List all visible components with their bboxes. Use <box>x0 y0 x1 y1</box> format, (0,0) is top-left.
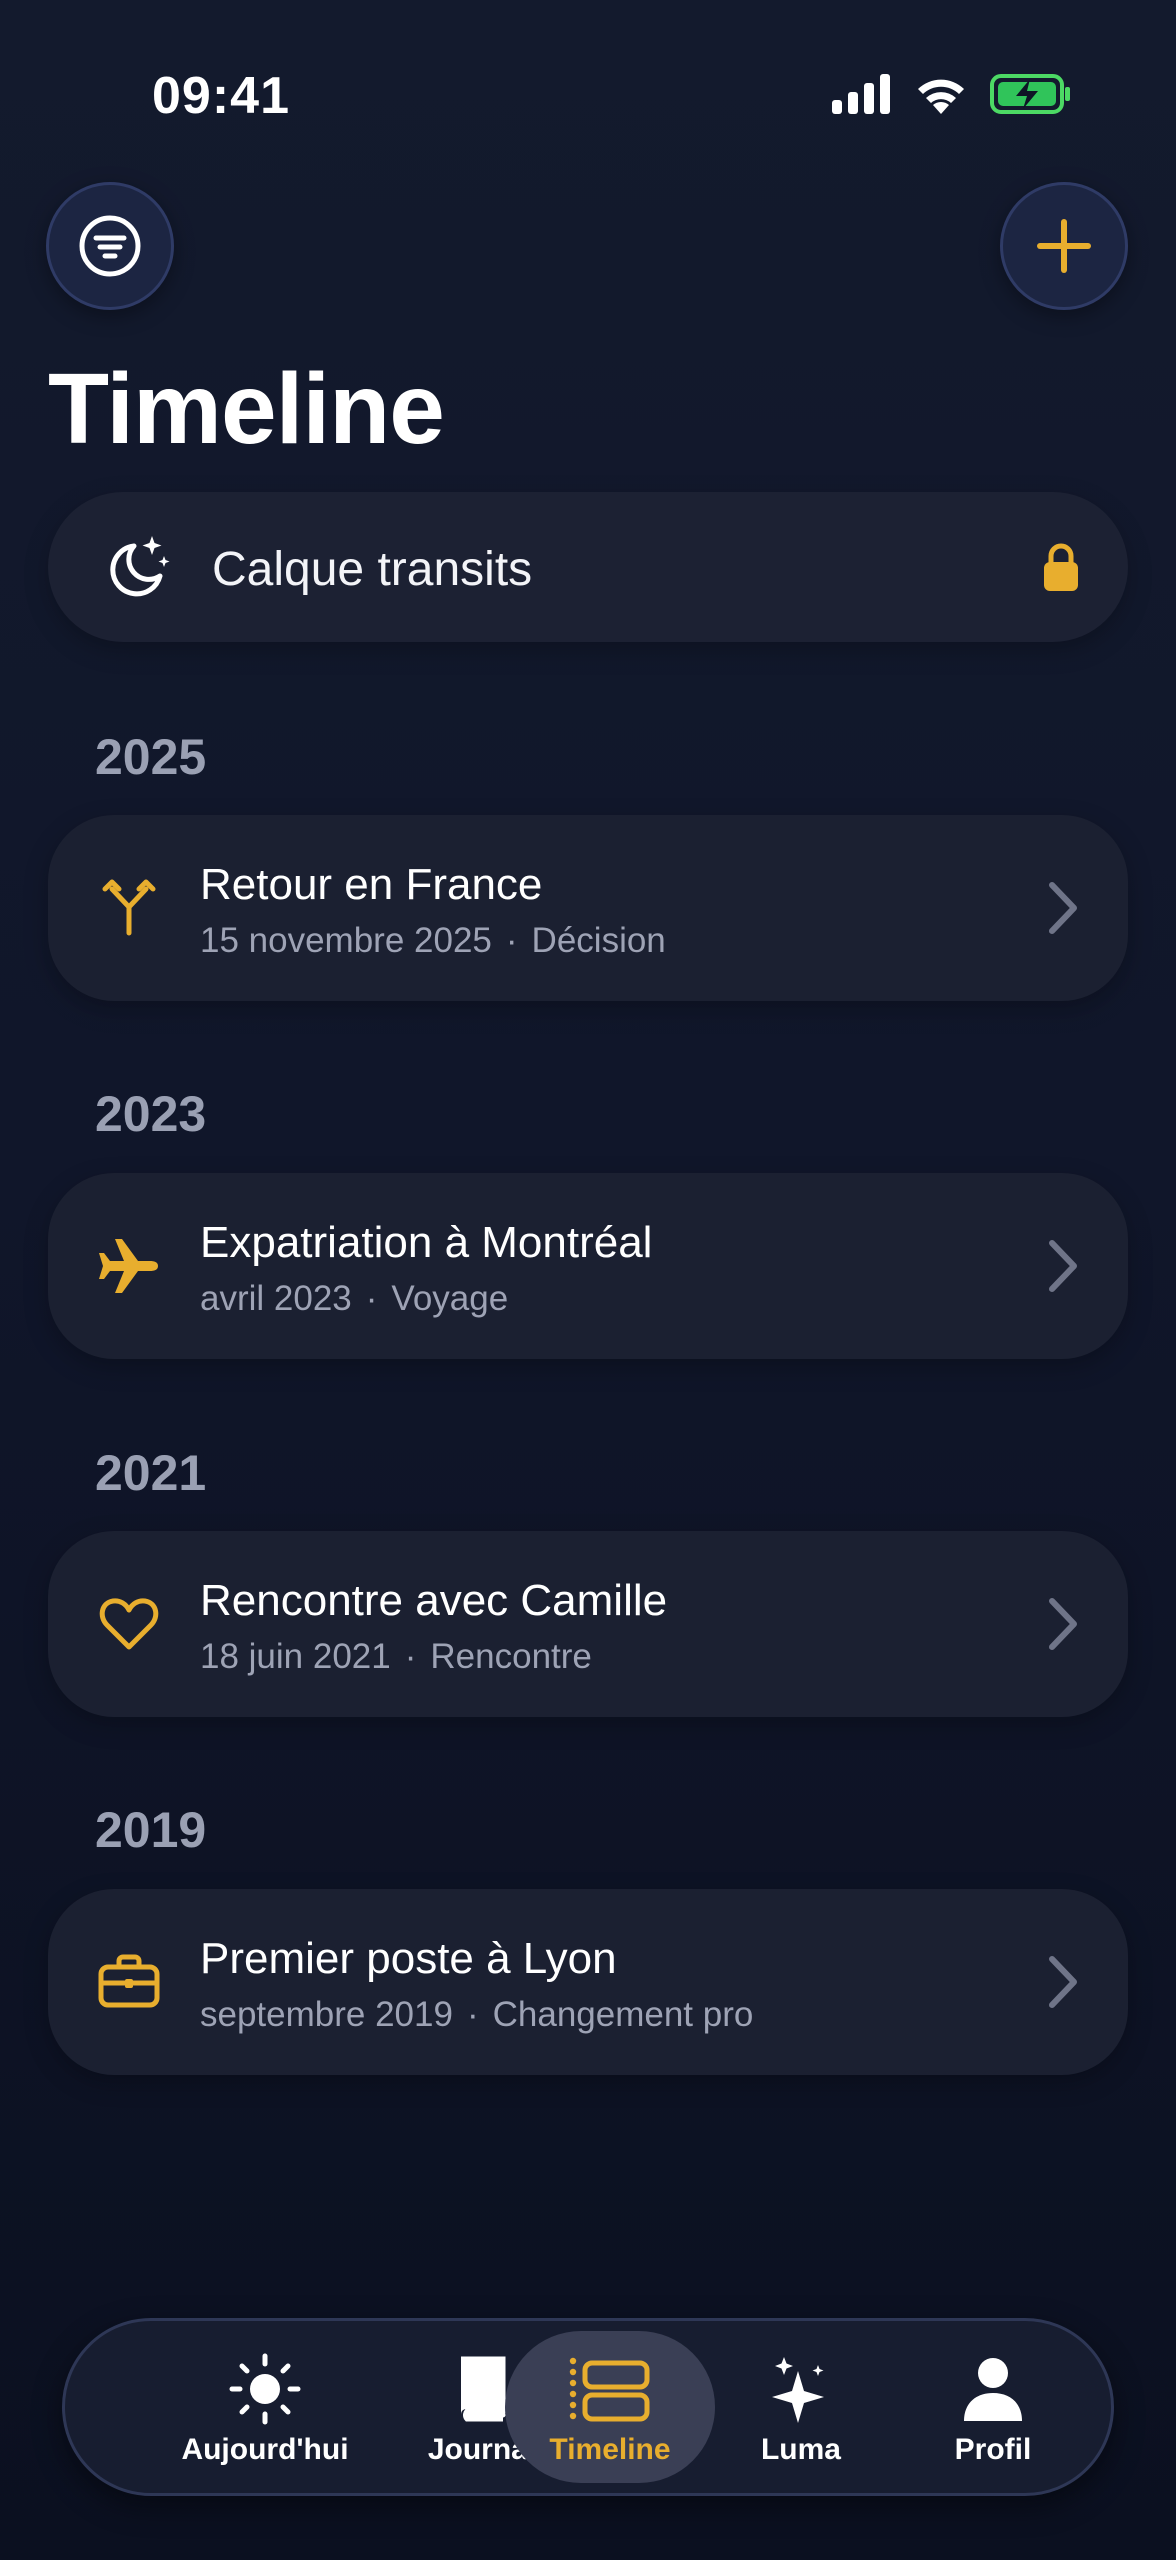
tab-label: Timeline <box>549 2433 671 2466</box>
event-meta: 18 juin 2021 · Rencontre <box>200 1637 592 1676</box>
cellular-signal-icon <box>832 74 890 114</box>
event-category: Changement pro <box>492 1995 754 2034</box>
event-title: Retour en France <box>200 860 543 909</box>
tab-label: Aujourd'hui <box>181 2433 349 2466</box>
transits-label: Calque transits <box>212 543 533 596</box>
event-meta: avril 2023 · Voyage <box>200 1279 509 1318</box>
plus-icon <box>1037 219 1091 273</box>
lock-icon <box>1044 543 1078 591</box>
status-icons <box>832 74 1072 114</box>
timeline-event-card[interactable]: Rencontre avec Camille 18 juin 2021 · Renc… <box>48 1531 1128 1717</box>
event-date: 18 juin 2021 <box>200 1637 391 1676</box>
timeline-icon <box>569 2357 650 2422</box>
person-icon <box>964 2358 1022 2421</box>
event-title: Rencontre avec Camille <box>200 1576 668 1625</box>
chevron-right-icon <box>1049 1240 1077 1292</box>
wifi-icon <box>918 79 964 114</box>
filter-lines-icon <box>79 215 141 277</box>
event-date: septembre 2019 <box>200 1995 453 2034</box>
timeline-event-card[interactable]: Retour en France 15 novembre 2025 · Décisi… <box>48 815 1128 1001</box>
add-event-button[interactable] <box>1000 182 1128 310</box>
tab-aujourdhui[interactable]: Aujourd'hui <box>160 2331 370 2483</box>
transits-layer-toggle[interactable]: Calque transits <box>48 492 1128 642</box>
tab-bar: Aujourd'hui Journal Timeline Luma Profil <box>62 2318 1114 2496</box>
airplane-icon <box>99 1239 158 1293</box>
year-heading: 2025 <box>95 729 207 785</box>
event-meta: septembre 2019 · Changement pro <box>200 1995 754 2034</box>
briefcase-icon <box>98 1954 160 2008</box>
event-title: Expatriation à Montréal <box>200 1218 653 1267</box>
sun-icon <box>229 2353 301 2425</box>
event-category: Voyage <box>391 1279 509 1318</box>
year-heading: 2023 <box>95 1086 207 1142</box>
chevron-right-icon <box>1049 1598 1077 1650</box>
tab-timeline[interactable]: Timeline <box>505 2331 715 2483</box>
event-category: Décision <box>531 921 666 960</box>
event-date: avril 2023 <box>200 1279 352 1318</box>
sparkles-icon <box>772 2357 824 2423</box>
tab-label: Luma <box>760 2433 841 2466</box>
battery-charging-icon <box>990 74 1070 114</box>
tab-label: Profil <box>954 2433 1032 2466</box>
heart-icon <box>99 1598 159 1650</box>
chevron-right-icon <box>1049 1956 1077 2008</box>
status-time: 09:41 <box>152 67 290 125</box>
year-heading: 2021 <box>95 1445 207 1501</box>
timeline-event-card[interactable]: Premier poste à Lyon septembre 2019 · Chan… <box>48 1889 1128 2075</box>
event-category: Rencontre <box>430 1637 592 1676</box>
tab-profil[interactable]: Profil <box>888 2331 1098 2483</box>
event-date: 15 novembre 2025 <box>200 921 492 960</box>
timeline-event-card[interactable]: Expatriation à Montréal avril 2023 · Voyag… <box>48 1173 1128 1359</box>
chevron-right-icon <box>1049 882 1077 934</box>
tab-luma[interactable]: Luma <box>696 2331 906 2483</box>
event-meta: 15 novembre 2025 · Décision <box>200 921 666 960</box>
page-title: Timeline <box>48 353 445 465</box>
moon-stars-icon <box>110 536 170 597</box>
filter-button[interactable] <box>46 182 174 310</box>
event-title: Premier poste à Lyon <box>200 1934 617 1983</box>
year-heading: 2019 <box>95 1802 207 1858</box>
fork-icon <box>102 879 156 936</box>
